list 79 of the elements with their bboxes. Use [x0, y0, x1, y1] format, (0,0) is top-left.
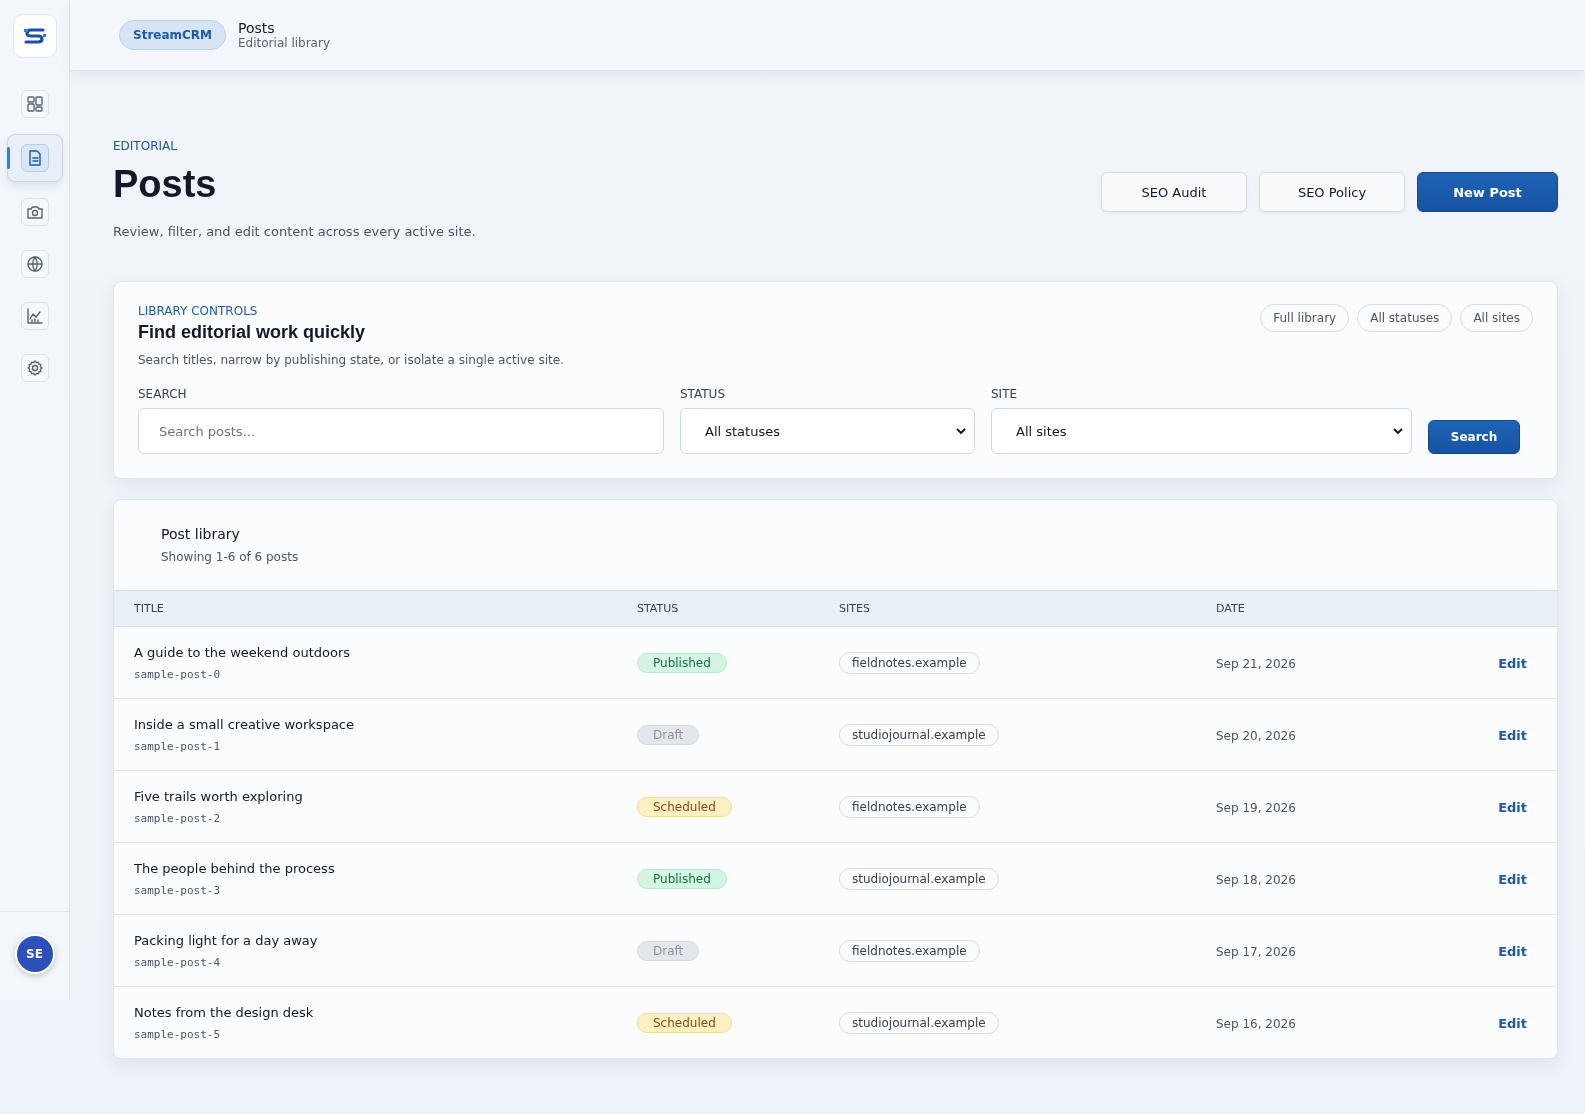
- field-label: SITE: [991, 387, 1019, 401]
- nav-item[interactable]: [20, 198, 49, 226]
- site-tag: studiojournal.example: [839, 867, 999, 890]
- action-button[interactable]: SEO Policy: [1259, 172, 1405, 212]
- search-field[interactable]: Search posts...: [138, 408, 664, 454]
- edit-link[interactable]: Edit: [1498, 1016, 1527, 1031]
- status-tag: Draft: [637, 725, 700, 745]
- status-tag: Draft: [637, 941, 700, 961]
- page-description: Review, filter, and edit content across every active site.: [113, 224, 476, 239]
- field-label: SEARCH: [138, 387, 188, 401]
- post-title: Notes from the design desk: [134, 1004, 315, 1020]
- post-date: Sep 16, 2026: [1216, 1017, 1296, 1031]
- edit-link[interactable]: Edit: [1498, 728, 1527, 743]
- status-tag: Published: [637, 653, 727, 673]
- status-tag: Scheduled: [637, 797, 732, 817]
- field-label: STATUS: [680, 387, 727, 401]
- post-slug: sample-post-2: [134, 811, 222, 825]
- site-tag: studiojournal.example: [839, 1011, 999, 1034]
- nav-item[interactable]: [20, 250, 49, 278]
- edit-link[interactable]: Edit: [1498, 656, 1527, 671]
- status-tag: Scheduled: [637, 1013, 732, 1033]
- library-count: Showing 1-6 of 6 posts: [161, 550, 300, 564]
- post-slug: sample-post-0: [134, 667, 222, 681]
- edit-link[interactable]: Edit: [1498, 872, 1527, 887]
- site-tag: fieldnotes.example: [839, 651, 980, 674]
- site-tag: fieldnotes.example: [839, 795, 980, 818]
- site-tag: studiojournal.example: [839, 723, 999, 746]
- nav-item[interactable]: [20, 144, 49, 172]
- column-header: TITLE: [134, 602, 165, 615]
- library-title: Post library: [161, 526, 241, 542]
- edit-link[interactable]: Edit: [1498, 800, 1527, 815]
- globe-icon: [25, 255, 44, 273]
- chevron-down-icon: [1393, 427, 1403, 435]
- post-date: Sep 17, 2026: [1216, 945, 1296, 959]
- filter-chip[interactable]: Full library: [1260, 304, 1350, 332]
- post-date: Sep 18, 2026: [1216, 873, 1296, 887]
- nav-item[interactable]: [20, 354, 49, 382]
- post-date: Sep 19, 2026: [1216, 801, 1296, 815]
- dashboard-icon: [25, 95, 44, 113]
- page-heading: Posts: [113, 163, 218, 206]
- post-title: Inside a small creative workspace: [134, 716, 355, 732]
- section-eyebrow: EDITORIAL: [113, 139, 178, 153]
- page-title: Posts: [238, 20, 276, 36]
- post-slug: sample-post-4: [134, 955, 222, 969]
- action-button[interactable]: SEO Audit: [1101, 172, 1247, 212]
- site-select[interactable]: All sites: [991, 408, 1412, 454]
- post-title: Five trails worth exploring: [134, 788, 304, 804]
- column-header: SITES: [839, 602, 871, 615]
- post-slug: sample-post-3: [134, 883, 222, 897]
- status-select[interactable]: All statuses: [680, 408, 975, 454]
- column-header: STATUS: [637, 602, 680, 615]
- card-title: Find editorial work quickly: [138, 322, 367, 343]
- logo-icon: [12, 14, 57, 58]
- card-description: Search titles, narrow by publishing state, or isolate a single active site.: [138, 353, 564, 367]
- nav-item[interactable]: [20, 302, 49, 330]
- column-header: DATE: [1216, 602, 1246, 615]
- filter-chip[interactable]: All sites: [1460, 304, 1533, 332]
- chart-icon: [25, 307, 44, 325]
- settings-icon: [25, 359, 44, 377]
- edit-link[interactable]: Edit: [1498, 944, 1527, 959]
- site-tag: fieldnotes.example: [839, 939, 980, 962]
- post-date: Sep 20, 2026: [1216, 729, 1296, 743]
- status-tag: Published: [637, 869, 727, 889]
- new-post-button[interactable]: New Post: [1417, 172, 1558, 212]
- search-button[interactable]: Search: [1428, 420, 1520, 454]
- chevron-down-icon: [956, 427, 966, 435]
- post-title: The people behind the process: [134, 860, 336, 876]
- post-slug: sample-post-5: [134, 1027, 222, 1041]
- post-slug: sample-post-1: [134, 739, 222, 753]
- filter-chip[interactable]: All statuses: [1357, 304, 1453, 332]
- card-eyebrow: LIBRARY CONTROLS: [138, 304, 259, 318]
- brand-badge: StreamCRM: [119, 20, 227, 50]
- post-date: Sep 21, 2026: [1216, 657, 1296, 671]
- post-title: Packing light for a day away: [134, 932, 319, 948]
- post-title: A guide to the weekend outdoors: [134, 644, 352, 660]
- nav-item[interactable]: [20, 90, 49, 118]
- page-subtitle: Editorial library: [238, 36, 330, 50]
- user-avatar[interactable]: SE: [14, 934, 55, 974]
- camera-icon: [25, 203, 44, 221]
